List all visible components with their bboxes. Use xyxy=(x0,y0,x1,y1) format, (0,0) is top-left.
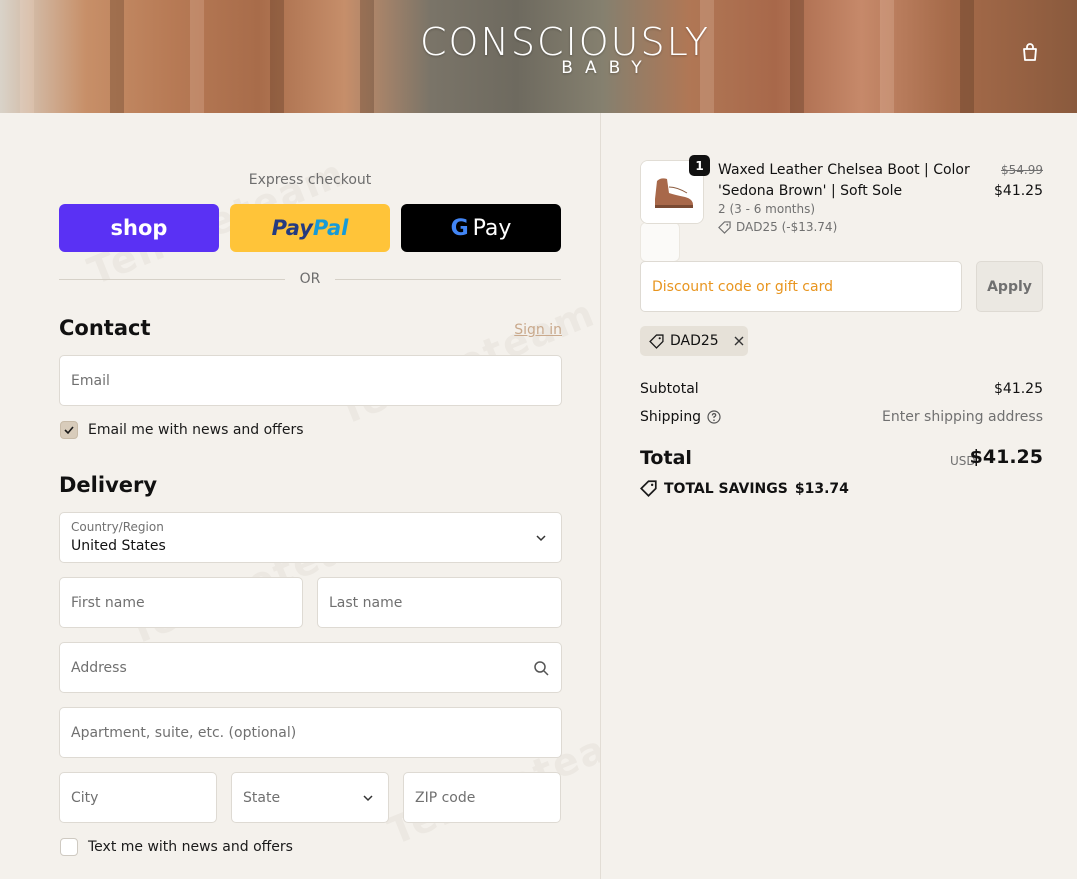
product-title: Waxed Leather Chelsea Boot | Color 'Sedo… xyxy=(718,162,970,199)
product-variant: 2 (3 - 6 months) xyxy=(718,202,816,216)
paypal-button[interactable]: Pay Pal xyxy=(230,204,390,252)
apartment-placeholder: Apartment, suite, etc. (optional) xyxy=(71,724,297,741)
shipping-row: Shipping xyxy=(640,409,721,425)
subtotal-label: Subtotal xyxy=(640,381,699,397)
tag-icon xyxy=(640,480,657,497)
apartment-field[interactable]: Apartment, suite, etc. (optional) xyxy=(59,707,562,758)
checkmark-icon xyxy=(64,426,74,435)
country-select[interactable]: Country/Region United States xyxy=(59,512,562,563)
shop-pay-button[interactable]: shop xyxy=(59,204,219,252)
quantity-badge: 1 xyxy=(689,155,710,176)
savings-value: $13.74 xyxy=(794,480,849,497)
delivery-heading: Delivery xyxy=(59,473,158,497)
sign-in-link[interactable]: Sign in xyxy=(510,322,562,338)
savings-label: TOTAL SAVINGS xyxy=(664,480,788,497)
shipping-label: Shipping xyxy=(640,409,702,425)
google-pay-label: Pay xyxy=(472,215,512,241)
tag-icon xyxy=(649,333,664,349)
state-placeholder: State xyxy=(243,789,281,806)
email-news-label: Email me with news and offers xyxy=(88,422,304,438)
zip-field[interactable]: ZIP code xyxy=(403,772,561,823)
express-checkout-label: Express checkout xyxy=(248,172,372,188)
divider-left xyxy=(59,279,285,280)
text-news-checkbox[interactable] xyxy=(60,838,78,856)
zip-placeholder: ZIP code xyxy=(415,789,476,806)
chevron-down-icon xyxy=(536,534,546,541)
first-name-placeholder: First name xyxy=(71,594,145,611)
address-field[interactable]: Address xyxy=(59,642,562,693)
email-placeholder: Email xyxy=(71,372,110,389)
address-placeholder: Address xyxy=(71,659,127,676)
header-banner: CONSCIOUSLY BABY xyxy=(0,0,1077,113)
last-name-field[interactable]: Last name xyxy=(317,577,562,628)
tag-icon xyxy=(718,220,731,234)
text-news-label: Text me with news and offers xyxy=(88,839,293,855)
paypal-label-part2: Pal xyxy=(312,216,349,240)
remove-code-icon[interactable] xyxy=(733,335,745,347)
country-value: United States xyxy=(71,538,166,554)
google-pay-button[interactable]: G Pay xyxy=(401,204,561,252)
discount-code-input[interactable]: Discount code or gift card xyxy=(640,261,962,312)
applied-code-chip: DAD25 xyxy=(640,326,748,356)
banner-texture xyxy=(880,0,894,113)
first-name-field[interactable]: First name xyxy=(59,577,303,628)
banner-texture xyxy=(270,0,284,113)
shop-pay-label: shop xyxy=(110,216,168,240)
product-thumbnail-stack xyxy=(640,222,680,262)
banner-texture xyxy=(360,0,374,113)
total-savings: TOTAL SAVINGS $13.74 xyxy=(640,480,849,497)
or-divider-label: OR xyxy=(299,271,321,287)
paypal-label-part1: Pay xyxy=(271,216,313,240)
email-news-checkbox[interactable] xyxy=(60,421,78,439)
product-discount: DAD25 (-$13.74) xyxy=(718,220,837,234)
last-name-placeholder: Last name xyxy=(329,594,403,611)
original-price: $54.99 xyxy=(1001,163,1043,177)
banner-texture xyxy=(190,0,204,113)
help-icon[interactable] xyxy=(707,410,721,424)
apply-button[interactable]: Apply xyxy=(976,261,1043,312)
current-price: $41.25 xyxy=(994,183,1043,199)
subtotal-value: $41.25 xyxy=(994,381,1043,397)
applied-code-label: DAD25 xyxy=(670,333,719,349)
city-placeholder: City xyxy=(71,789,99,806)
banner-texture xyxy=(960,0,974,113)
contact-heading: Contact xyxy=(59,316,151,340)
total-value: $41.25 xyxy=(969,446,1043,468)
total-label: Total xyxy=(640,447,692,469)
google-g-icon: G xyxy=(450,215,469,241)
search-icon[interactable] xyxy=(533,660,549,676)
brand-logo[interactable]: CONSCIOUSLY BABY xyxy=(420,20,708,78)
discount-placeholder: Discount code or gift card xyxy=(652,278,833,295)
shopping-bag-icon[interactable] xyxy=(1020,42,1040,62)
product-discount-text: DAD25 (-$13.74) xyxy=(736,220,838,234)
divider-right xyxy=(335,279,561,280)
shipping-value: Enter shipping address xyxy=(882,409,1043,425)
city-field[interactable]: City xyxy=(59,772,217,823)
chevron-down-icon xyxy=(363,794,373,801)
state-select[interactable]: State xyxy=(231,772,389,823)
email-field[interactable]: Email xyxy=(59,355,562,406)
banner-texture xyxy=(110,0,124,113)
banner-texture xyxy=(20,0,34,113)
country-label: Country/Region xyxy=(71,520,164,534)
banner-texture xyxy=(790,0,804,113)
